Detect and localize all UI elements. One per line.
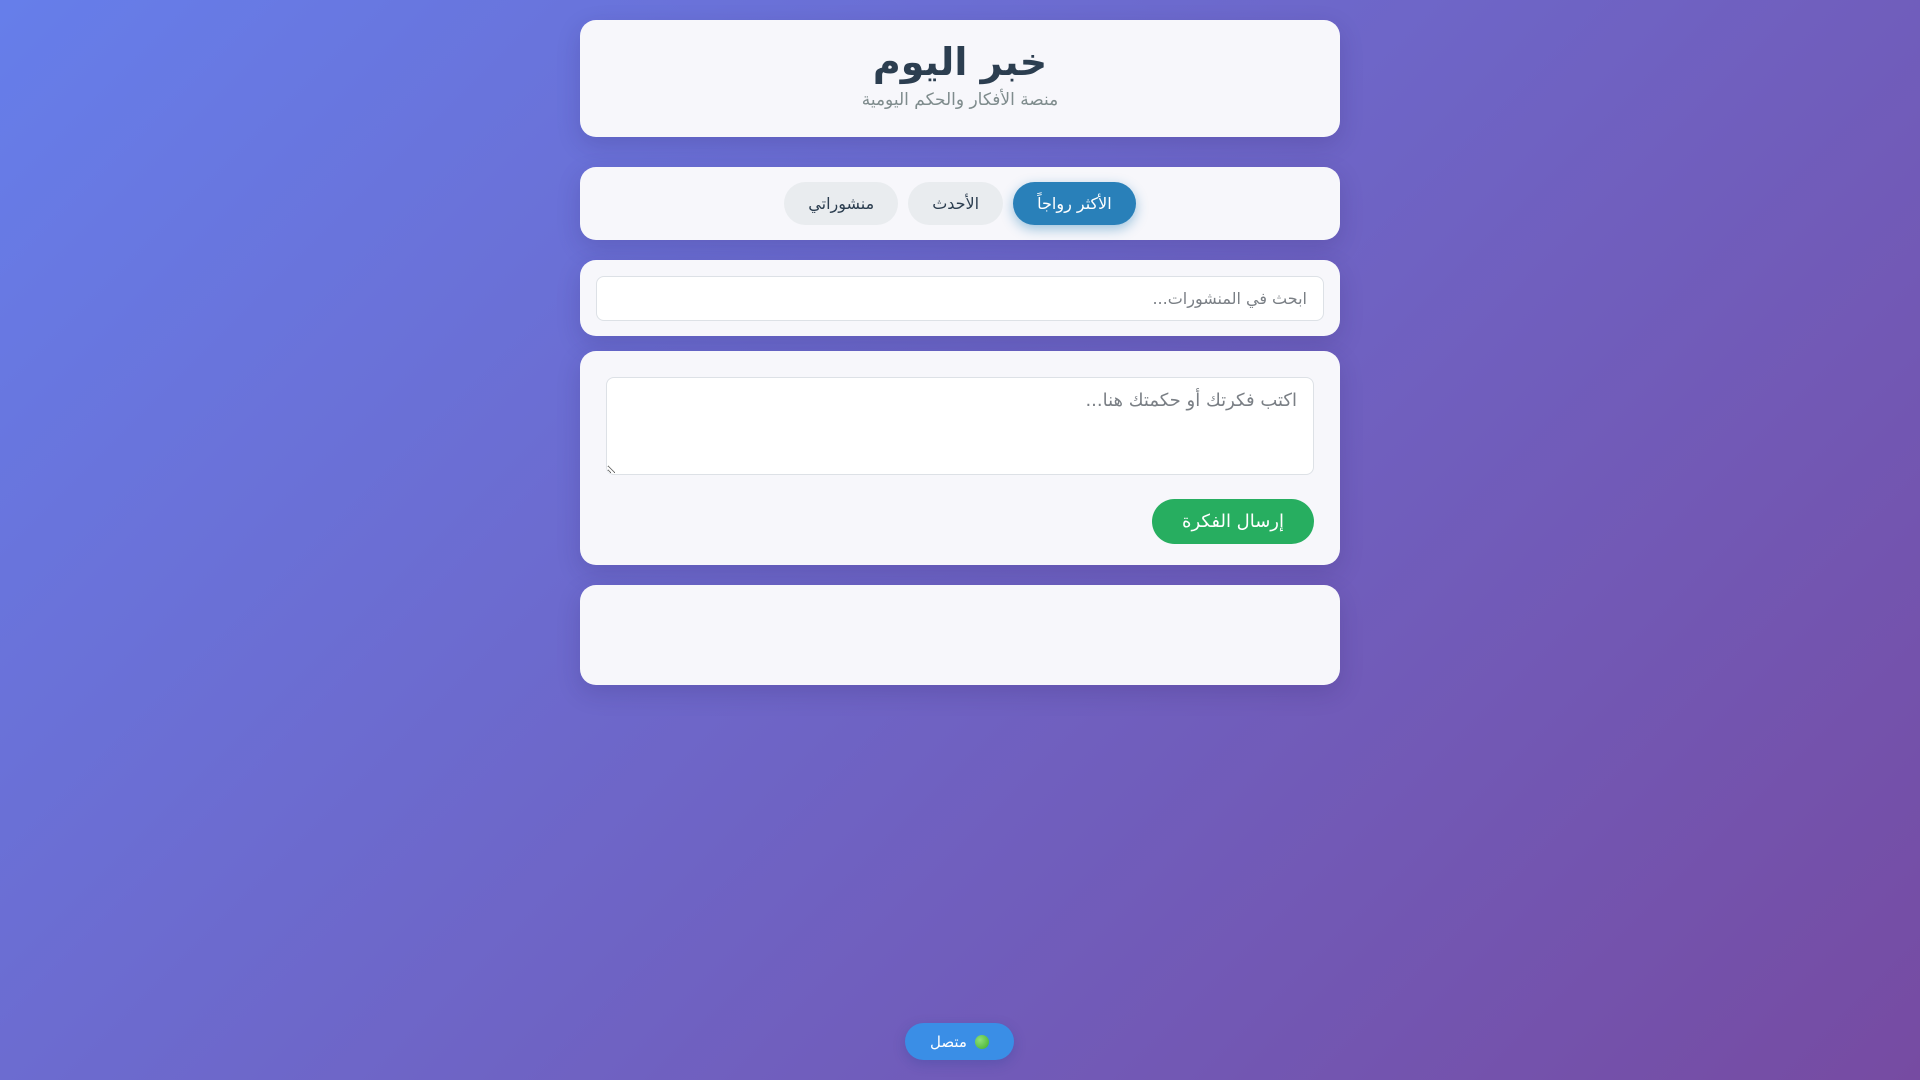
tab-trending[interactable]: الأكثر رواجاً <box>1013 182 1136 225</box>
composer-actions: إرسال الفكرة <box>606 499 1314 544</box>
tabs-bar: الأكثر رواجاً الأحدث منشوراتي <box>580 167 1340 240</box>
connection-status-badge: متصل <box>905 1023 1014 1060</box>
posts-feed <box>580 585 1340 685</box>
site-subtitle: منصة الأفكار والحكم اليومية <box>861 90 1059 110</box>
main-container: خبر اليوم منصة الأفكار والحكم اليومية ال… <box>580 20 1340 685</box>
idea-textarea[interactable] <box>606 377 1314 475</box>
composer-card: إرسال الفكرة <box>580 351 1340 565</box>
green-circle-icon <box>974 1034 989 1049</box>
connection-status-label: متصل <box>930 1032 967 1051</box>
site-title: خبر اليوم <box>872 40 1048 84</box>
tab-my-posts[interactable]: منشوراتي <box>784 182 899 225</box>
search-input[interactable] <box>596 276 1324 321</box>
tab-latest[interactable]: الأحدث <box>908 182 1004 225</box>
search-card <box>580 260 1340 336</box>
submit-idea-button[interactable]: إرسال الفكرة <box>1152 499 1314 544</box>
site-header: خبر اليوم منصة الأفكار والحكم اليومية <box>580 20 1340 137</box>
